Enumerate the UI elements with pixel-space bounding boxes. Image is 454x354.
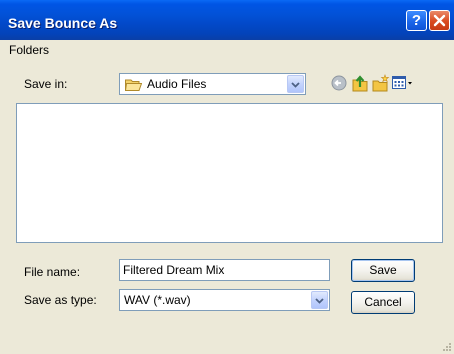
cancel-button[interactable]: Cancel <box>351 291 415 314</box>
help-icon: ? <box>411 12 422 29</box>
close-button[interactable] <box>429 10 450 31</box>
help-button[interactable]: ? <box>406 10 427 31</box>
save-bounce-dialog: Save Bounce As ? Folders Save in: Audio … <box>0 0 454 354</box>
close-icon <box>433 14 446 27</box>
folders-menu[interactable]: Folders <box>9 43 49 57</box>
new-folder-icon[interactable] <box>372 74 390 92</box>
up-folder-icon[interactable] <box>352 74 370 92</box>
title-bar[interactable]: Save Bounce As ? <box>0 0 454 40</box>
save-in-value: Audio Files <box>147 77 207 91</box>
menu-strip: Folders <box>0 40 454 60</box>
save-in-label: Save in: <box>24 77 68 91</box>
save-as-type-value: WAV (*.wav) <box>124 293 191 307</box>
resize-grip-icon[interactable] <box>440 340 452 352</box>
save-as-type-label: Save as type: <box>24 293 97 307</box>
back-arrow-icon[interactable] <box>331 75 347 91</box>
file-name-label: File name: <box>24 265 81 279</box>
window-title: Save Bounce As <box>8 15 118 31</box>
chevron-down-icon <box>315 298 324 304</box>
folder-icon <box>125 79 142 91</box>
save-as-type-dropdown-arrow[interactable] <box>311 291 328 309</box>
save-in-dropdown-arrow[interactable] <box>287 75 304 93</box>
file-name-input[interactable] <box>119 259 330 281</box>
views-menu-icon[interactable] <box>392 75 414 91</box>
save-button[interactable]: Save <box>351 259 415 282</box>
chevron-down-icon <box>291 82 300 88</box>
save-in-dropdown[interactable]: Audio Files <box>119 73 306 95</box>
save-as-type-dropdown[interactable]: WAV (*.wav) <box>119 289 330 311</box>
file-browser-area[interactable] <box>16 103 443 243</box>
